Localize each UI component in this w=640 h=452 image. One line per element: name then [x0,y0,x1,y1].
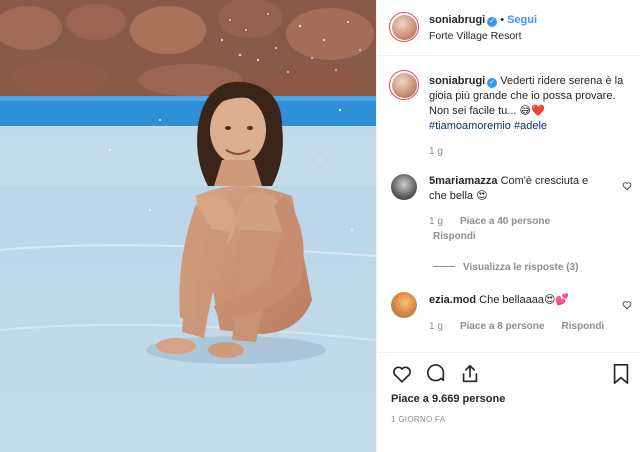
header-user-line: soniabrugi ✓ • Segui [429,14,537,27]
comment-text-line1: Com'è cresciuta e [500,175,589,187]
comment-username[interactable]: 5mariamazza [429,175,498,187]
like-comment-heart-icon[interactable] [622,181,632,191]
verified-icon: ✓ [487,17,498,27]
follow-button[interactable]: Segui [507,14,537,26]
post-likes-count[interactable]: Piace a 9.669 persone [391,393,505,405]
caption-text-line3: Non sei facile tu... [429,105,517,117]
commenter-avatar-ezia-mod[interactable] [391,292,417,318]
replies-divider [433,266,455,267]
comment-reply-button[interactable]: Rispondi [562,321,605,332]
comment-2: ezia.mod Che bellaaaa😍💕 [429,293,569,306]
bookmark-icon[interactable] [611,363,631,385]
view-replies-label[interactable]: Visualizza le risposte (3) [463,262,578,273]
caption-emoji: 😅❤️ [519,105,545,117]
commenter-avatar-5mariamazza[interactable] [391,174,417,200]
comment-1-meta: 1 g Piace a 40 persone [429,215,550,227]
caption: soniabrugi ✓ Vederti ridere serena è la g… [429,74,633,134]
post-photo[interactable] [0,0,376,452]
caption-text-line1: Vederti ridere serena è la [500,75,624,87]
verified-icon: ✓ [487,78,498,88]
comment-age: 1 g [429,216,443,227]
caption-text-line2: gioia più grande che io possa provare. [429,90,616,102]
author-username[interactable]: soniabrugi [429,14,485,26]
post-timestamp: 1 GIORNO FA [391,415,446,424]
comment-2-meta: 1 g Piace a 8 persone Rispondi [429,320,604,332]
location-link[interactable]: Forte Village Resort [429,30,522,42]
caption-age: 1 g [429,146,443,157]
view-replies-button[interactable]: Visualizza le risposte (3) [433,261,578,273]
comment-1: 5mariamazza Com'è cresciuta e che bella … [429,174,617,204]
comment-icon[interactable] [425,363,447,385]
post-actions: Piace a 9.669 persone 1 GIORNO FA [377,352,640,452]
post-header: soniabrugi ✓ • Segui Forte Village Resort [377,0,640,56]
comment-username[interactable]: ezia.mod [429,294,476,306]
comment-age: 1 g [429,321,443,332]
separator-dot: • [500,14,505,26]
hashtag-adele[interactable]: #adele [514,120,547,132]
post-side-panel: soniabrugi ✓ • Segui Forte Village Resort s… [376,0,640,452]
heart-icon[interactable] [391,363,413,385]
like-comment-heart-icon[interactable] [622,300,632,310]
comment-reply-button[interactable]: Rispondi [433,231,476,242]
author-avatar[interactable] [389,12,419,42]
comment-likes[interactable]: Piace a 40 persone [460,216,550,227]
share-icon[interactable] [459,363,481,385]
instagram-post: soniabrugi ✓ • Segui Forte Village Resort s… [0,0,640,452]
comment-text: Che bellaaaa😍💕 [479,294,570,306]
hashtag-tiamoamoremio[interactable]: #tiamoamoremio [429,120,511,132]
caption-avatar[interactable] [389,70,419,100]
photo-image [0,0,376,452]
comment-likes[interactable]: Piace a 8 persone [460,321,545,332]
caption-username[interactable]: soniabrugi [429,75,485,87]
comment-text-line2: che bella 😍 [429,190,488,202]
